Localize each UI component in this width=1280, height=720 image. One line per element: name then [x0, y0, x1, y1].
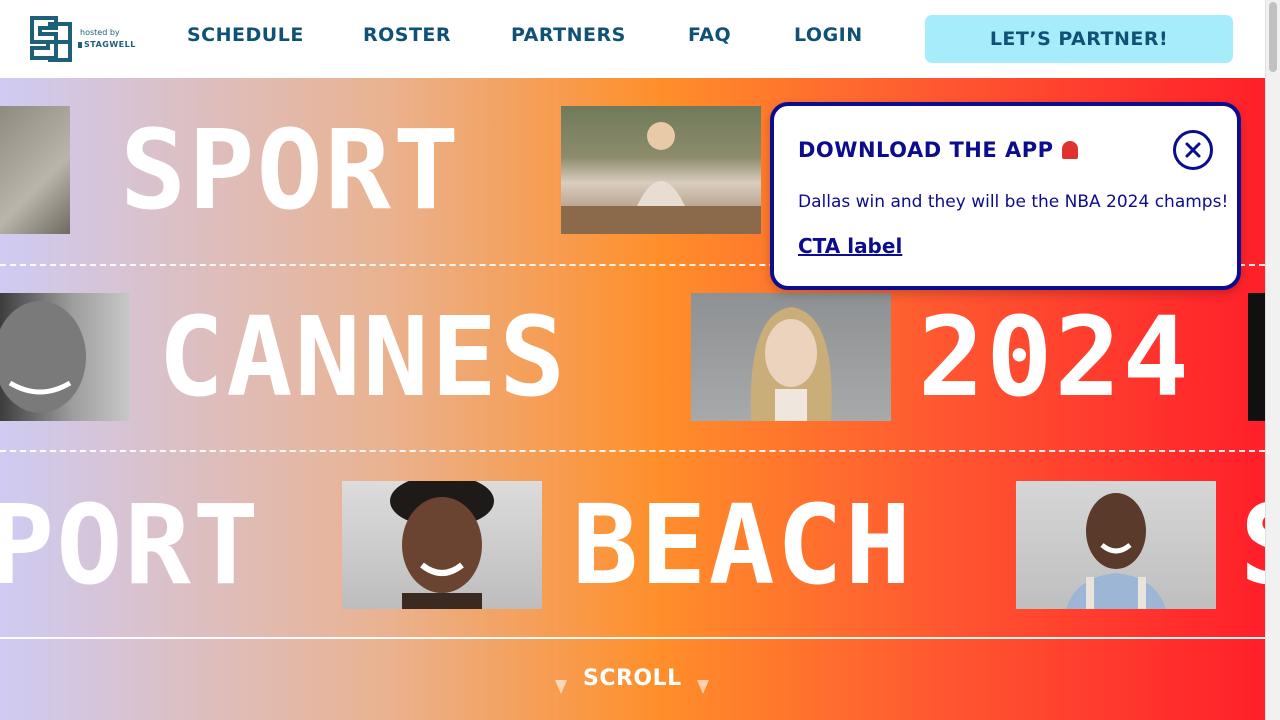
dashed-divider: [0, 450, 1265, 452]
lets-partner-button[interactable]: LET’S PARTNER!: [925, 15, 1233, 63]
close-button[interactable]: [1173, 130, 1213, 170]
nav-schedule[interactable]: SCHEDULE: [187, 24, 304, 46]
hosted-by-label: hosted by: [80, 28, 120, 37]
hero-word-2024: 2024: [918, 293, 1191, 421]
portrait-photo: [691, 293, 891, 421]
stagwell-label: STAGWELL: [78, 40, 136, 49]
hero-word-cannes: CANNES: [158, 293, 568, 421]
siren-icon: [1061, 141, 1078, 159]
hero-word-beach: BEACH: [572, 481, 914, 609]
nav-partners[interactable]: PARTNERS: [511, 24, 626, 46]
solid-divider: [0, 637, 1265, 639]
hero-row-3: PORT BEACH S: [0, 481, 1265, 609]
portrait-photo: [0, 293, 130, 421]
nav-roster[interactable]: ROSTER: [363, 24, 451, 46]
scroll-down-arrow-icon: [697, 680, 709, 694]
portrait-photo: [342, 481, 542, 609]
nav-login[interactable]: LOGIN: [794, 24, 863, 46]
hero-word-port: PORT: [0, 481, 261, 609]
sb-monogram-icon: [26, 14, 74, 62]
nav-faq[interactable]: FAQ: [688, 24, 731, 46]
scroll-label: SCROLL: [583, 666, 682, 691]
popup-cta-link[interactable]: CTA label: [798, 234, 902, 258]
top-navigation: hosted by STAGWELL SCHEDULE ROSTER PARTN…: [0, 0, 1265, 78]
scroll-down-arrow-icon: [555, 680, 567, 694]
hero-word-sport: SPORT: [120, 106, 462, 234]
portrait-photo: [561, 106, 761, 234]
close-icon: [1185, 142, 1201, 158]
popup-title: DOWNLOAD THE APP: [798, 138, 1078, 162]
portrait-photo: [1248, 293, 1265, 421]
page-scrollbar[interactable]: [1265, 0, 1280, 720]
popup-message: Dallas win and they will be the NBA 2024…: [798, 192, 1229, 212]
popup-title-text: DOWNLOAD THE APP: [798, 138, 1054, 162]
scrollbar-thumb[interactable]: [1269, 2, 1277, 72]
scroll-cue[interactable]: SCROLL: [555, 666, 715, 706]
portrait-photo: [1016, 481, 1216, 609]
sport-beach-logo[interactable]: hosted by STAGWELL: [26, 14, 146, 64]
hero-row-2: CANNES 2024: [0, 293, 1265, 421]
download-app-popup: DOWNLOAD THE APP Dallas win and they wil…: [770, 102, 1241, 290]
portrait-photo: [0, 106, 70, 234]
hero-word-s: S: [1240, 481, 1265, 609]
